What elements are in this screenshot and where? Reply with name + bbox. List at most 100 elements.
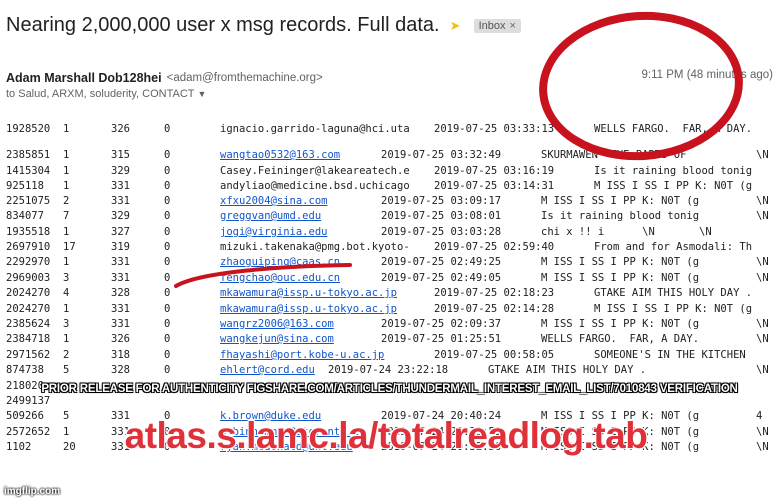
record-message: WELLS FARGO. FAR, A DAY. <box>594 123 753 135</box>
recipients-text: to Salud, ARXM, soluderity, CONTACT <box>6 88 195 100</box>
record-id: 2024270 <box>6 287 51 299</box>
important-marker-icon[interactable]: ➤ <box>450 19 466 32</box>
record-null: 4 <box>756 410 763 422</box>
record-id: 834077 <box>6 210 44 222</box>
record-count: 2 <box>63 349 70 361</box>
record-message: M ISS I SS I PP K: N0T (g <box>594 180 753 192</box>
record-code: 319 <box>111 241 130 253</box>
record-email[interactable]: fengchao@ouc.edu.cn <box>220 271 340 286</box>
record-null: \N <box>756 256 769 268</box>
record-null: \N <box>756 364 769 376</box>
record-flag: 0 <box>164 364 171 376</box>
record-count: 1 <box>63 165 70 177</box>
record-flag: 0 <box>164 180 171 192</box>
record-message: WELLS FARGO. FAR, A DAY. <box>541 333 700 345</box>
record-email: Casey.Feininger@lakeareatech.e <box>220 165 410 177</box>
record-email[interactable]: wangtao0532@163.com <box>220 148 340 163</box>
record-timestamp: 2019-07-25 03:16:19 <box>434 165 555 177</box>
sender-name[interactable]: Adam Marshall Dob128hei <box>6 71 162 85</box>
record-id: 1928520 <box>6 123 51 135</box>
record-id: 1935518 <box>6 226 51 238</box>
record-flag: 0 <box>164 165 171 177</box>
chevron-down-icon[interactable]: ▼ <box>197 89 206 99</box>
record-count: 1 <box>63 303 70 315</box>
record-message: Is it raining blood tonig <box>594 165 753 177</box>
record-timestamp: 2019-07-25 02:49:25 <box>381 256 502 268</box>
record-email[interactable]: zhaoguiping@caas.cn <box>220 255 340 270</box>
record-timestamp: 2019-07-25 03:09:17 <box>381 195 502 207</box>
record-timestamp: 2019-07-25 03:33:13 <box>434 123 555 135</box>
record-timestamp: 2019-07-25 02:09:37 <box>381 318 502 330</box>
message-timestamp[interactable]: 9:11 PM (48 minutes ago) <box>642 69 773 81</box>
record-code: 329 <box>111 210 130 222</box>
record-email[interactable]: xfxu2004@sina.com <box>220 194 327 209</box>
record-message: From and for Asmodali: Th <box>594 241 753 253</box>
record-message: M ISS I SS I PP K: N0T (g <box>541 195 700 207</box>
record-code: 327 <box>111 226 130 238</box>
record-null: \N <box>756 318 769 330</box>
record-email[interactable]: greggvan@umd.edu <box>220 209 321 224</box>
record-id: 2024270 <box>6 303 51 315</box>
record-flag: 0 <box>164 349 171 361</box>
record-flag: 0 <box>164 333 171 345</box>
record-flag: 0 <box>164 303 171 315</box>
record-id: 2697910 <box>6 241 51 253</box>
record-count: 3 <box>63 272 70 284</box>
subject-row: Nearing 2,000,000 user x msg records. Fu… <box>6 14 521 37</box>
record-timestamp: 2019-07-25 02:14:28 <box>434 303 555 315</box>
record-timestamp: 2019-07-25 03:03:28 <box>381 226 502 238</box>
record-flag: 0 <box>164 210 171 222</box>
record-timestamp: 2019-07-25 02:18:23 <box>434 287 555 299</box>
record-flag: 0 <box>164 195 171 207</box>
record-email[interactable]: mkawamura@issp.u-tokyo.ac.jp <box>220 286 397 301</box>
record-code: 331 <box>111 303 130 315</box>
record-code: 331 <box>111 256 130 268</box>
record-count: 1 <box>63 256 70 268</box>
record-timestamp: 2019-07-25 00:58:05 <box>434 349 555 361</box>
record-id: 2385851 <box>6 149 51 161</box>
imgflip-watermark: imgflip.com <box>4 486 61 497</box>
record-null: \N <box>756 149 769 161</box>
record-flag: 0 <box>164 287 171 299</box>
record-timestamp: 2019-07-25 02:49:05 <box>381 272 502 284</box>
inbox-label-badge[interactable]: Inbox × <box>473 18 521 33</box>
record-email: mizuki.takenaka@pmg.bot.kyoto- <box>220 241 410 253</box>
recipients-line[interactable]: to Salud, ARXM, soluderity, CONTACT ▼ <box>6 88 206 100</box>
record-flag: 0 <box>164 272 171 284</box>
record-id: 925118 <box>6 180 44 192</box>
record-email[interactable]: fhayashi@port.kobe-u.ac.jp <box>220 348 384 363</box>
record-id: 2385624 <box>6 318 51 330</box>
record-email[interactable]: wangrz2006@163.com <box>220 317 334 332</box>
record-count: 17 <box>63 241 76 253</box>
record-flag: 0 <box>164 226 171 238</box>
close-icon[interactable]: × <box>509 20 515 32</box>
record-email: ignacio.garrido-laguna@hci.uta <box>220 123 410 135</box>
record-flag: 0 <box>164 149 171 161</box>
record-id: 2969003 <box>6 272 51 284</box>
record-null: \N <box>756 441 769 453</box>
record-code: 328 <box>111 287 130 299</box>
record-code: 331 <box>111 180 130 192</box>
record-email[interactable]: mkawamura@issp.u-tokyo.ac.jp <box>220 302 397 317</box>
record-count: 1 <box>63 149 70 161</box>
record-code: 326 <box>111 333 130 345</box>
record-email[interactable]: jogi@virginia.edu <box>220 225 327 240</box>
record-message: M ISS I SS I PP K: N0T (g <box>541 318 700 330</box>
record-id: 1415304 <box>6 165 51 177</box>
record-code: 329 <box>111 165 130 177</box>
record-message: chi x !! i \N \N <box>541 226 712 238</box>
record-flag: 0 <box>164 318 171 330</box>
record-count: 7 <box>63 210 70 222</box>
sender-email: <adam@fromthemachine.org> <box>166 72 323 84</box>
record-count: 1 <box>63 123 70 135</box>
record-email: andyliao@medicine.bsd.uchicago <box>220 180 410 192</box>
record-id: 1102 <box>6 441 32 453</box>
record-id: 509266 <box>6 410 44 422</box>
record-count: 1 <box>63 333 70 345</box>
record-timestamp: 2019-07-25 03:14:31 <box>434 180 555 192</box>
record-email[interactable]: ehlert@cord.edu <box>220 363 315 378</box>
record-timestamp: 2019-07-25 02:59:40 <box>434 241 555 253</box>
record-id: 2971562 <box>6 349 51 361</box>
record-email[interactable]: wangkejun@sina.com <box>220 332 334 347</box>
record-code: 326 <box>111 123 130 135</box>
